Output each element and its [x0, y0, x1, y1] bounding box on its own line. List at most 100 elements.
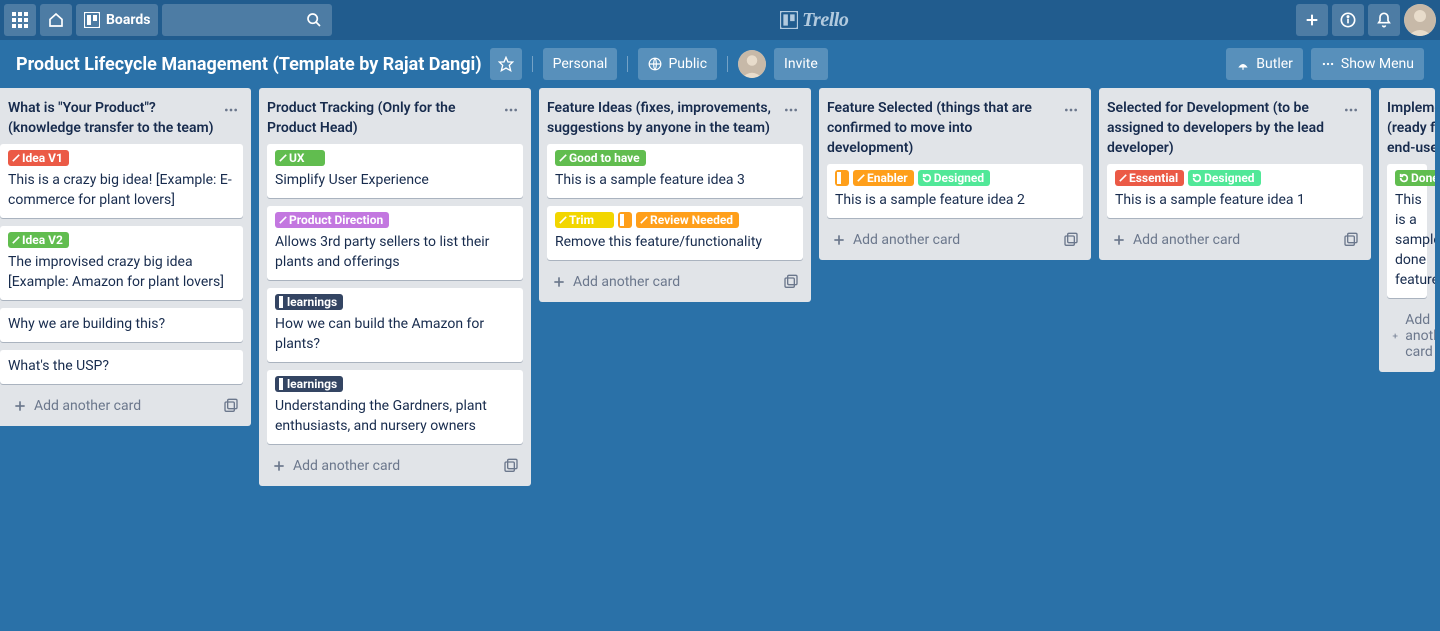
card[interactable]: learningsHow we can build the Amazon for… — [267, 288, 523, 362]
card-label[interactable]: Idea V2 — [8, 232, 69, 248]
team-button[interactable]: Personal — [543, 48, 618, 80]
tag-icon — [12, 236, 20, 244]
card-template-button[interactable] — [1059, 228, 1083, 252]
add-card-button[interactable]: Add another card — [267, 454, 499, 478]
add-card-button[interactable]: Add another card — [1107, 228, 1339, 252]
template-icon — [223, 398, 239, 414]
search-icon — [306, 12, 322, 28]
card-text: This is a sample feature idea 1 — [1115, 190, 1355, 210]
show-menu-label: Show Menu — [1341, 56, 1414, 72]
boards-button[interactable]: Boards — [76, 4, 158, 36]
create-button[interactable] — [1296, 4, 1328, 36]
card-template-button[interactable] — [219, 394, 243, 418]
card-label[interactable]: Good to have — [555, 150, 646, 166]
list: Feature Ideas (fixes, improvements, sugg… — [539, 88, 811, 302]
notifications-button[interactable] — [1368, 4, 1400, 36]
member-avatar[interactable] — [738, 50, 766, 78]
list-title[interactable]: Selected for Development (to be assigned… — [1107, 98, 1335, 158]
dots-icon — [1063, 102, 1079, 118]
list-title[interactable]: Feature Selected (things that are confir… — [827, 98, 1055, 158]
card-label[interactable]: Trim — [555, 212, 614, 228]
card[interactable]: EssentialDesigned This is a sample featur… — [1107, 164, 1363, 218]
search-input[interactable] — [162, 4, 332, 36]
card[interactable]: UX Simplify User Experience — [267, 144, 523, 198]
list-menu-button[interactable] — [1059, 98, 1083, 122]
card[interactable]: DoneThis is a sample done feature — [1387, 164, 1427, 298]
butler-button[interactable]: Butler — [1226, 48, 1303, 80]
card-template-button[interactable] — [499, 454, 523, 478]
board-canvas[interactable]: What is "Your Product"? (knowledge trans… — [0, 88, 1440, 494]
card[interactable]: Idea V1This is a crazy big idea! [Exampl… — [0, 144, 243, 218]
list-title[interactable]: Implemented (ready for end-user) — [1387, 98, 1435, 158]
plus-icon — [12, 398, 28, 414]
trello-logo-icon — [780, 11, 798, 29]
apps-button[interactable] — [4, 4, 36, 36]
card[interactable]: learningsUnderstanding the Gardners, pla… — [267, 370, 523, 444]
card-template-button[interactable] — [1339, 228, 1363, 252]
info-icon — [1340, 12, 1356, 28]
home-button[interactable] — [40, 4, 72, 36]
trello-logo[interactable]: Trello — [780, 9, 848, 32]
add-card-button[interactable]: Add another card — [547, 270, 779, 294]
butler-icon — [1236, 57, 1250, 71]
card-label[interactable]: Designed — [918, 170, 990, 186]
card-label[interactable] — [618, 212, 632, 228]
card[interactable]: What's the USP? — [0, 350, 243, 384]
show-menu-button[interactable]: Show Menu — [1311, 48, 1424, 80]
card-label[interactable]: Review Needed — [636, 212, 739, 228]
visibility-label: Public — [668, 56, 707, 72]
template-icon — [1063, 232, 1079, 248]
card-template-button[interactable] — [779, 270, 803, 294]
card[interactable]: Good to haveThis is a sample feature ide… — [547, 144, 803, 198]
add-card-label: Add another card — [34, 398, 141, 414]
add-card-button[interactable]: Add another card — [827, 228, 1059, 252]
card-label[interactable]: learnings — [275, 376, 343, 392]
card-label[interactable]: Product Direction — [275, 212, 389, 228]
info-button[interactable] — [1332, 4, 1364, 36]
star-button[interactable] — [490, 48, 522, 80]
card[interactable]: Idea V2The improvised crazy big idea [Ex… — [0, 226, 243, 300]
list-menu-button[interactable] — [779, 98, 803, 122]
card-label[interactable]: Idea V1 — [8, 150, 69, 166]
card-label-text: Product Direction — [289, 210, 383, 230]
tag-icon — [559, 216, 567, 224]
list-menu-button[interactable] — [499, 98, 523, 122]
card-label[interactable]: UX — [275, 150, 325, 166]
card-label[interactable]: Designed — [1188, 170, 1260, 186]
card-label[interactable]: Done — [1395, 170, 1435, 186]
add-card-button[interactable]: Add another card — [8, 394, 219, 418]
card-text: Understanding the Gardners, plant enthus… — [275, 396, 515, 436]
add-card-button[interactable]: Add another card — [1387, 308, 1435, 364]
card-label[interactable]: learnings — [275, 294, 343, 310]
card-label[interactable]: Essential — [1115, 170, 1184, 186]
list-title[interactable]: Product Tracking (Only for the Product H… — [267, 98, 495, 138]
list-menu-button[interactable] — [219, 98, 243, 122]
card-text: Simplify User Experience — [275, 170, 515, 190]
card[interactable]: EnablerDesignedThis is a sample feature … — [827, 164, 1083, 218]
card[interactable]: Why we are building this? — [0, 308, 243, 342]
visibility-button[interactable]: Public — [638, 48, 717, 80]
board-title[interactable]: Product Lifecycle Management (Template b… — [16, 54, 482, 75]
invite-button[interactable]: Invite — [774, 48, 828, 80]
add-card-label: Add another card — [1405, 312, 1435, 360]
list-title[interactable]: Feature Ideas (fixes, improvements, sugg… — [547, 98, 775, 138]
card-label-text: Enabler — [867, 168, 908, 188]
card-label-text: Review Needed — [650, 210, 733, 230]
dots-icon — [1343, 102, 1359, 118]
list-title[interactable]: What is "Your Product"? (knowledge trans… — [8, 98, 215, 138]
user-avatar[interactable] — [1404, 4, 1436, 36]
card[interactable]: TrimReview NeededRemove this feature/fun… — [547, 206, 803, 260]
avatar-icon — [1404, 4, 1436, 36]
card[interactable]: Product DirectionAllows 3rd party seller… — [267, 206, 523, 280]
card-label-text: Good to have — [569, 148, 640, 168]
global-header: Boards Trello — [0, 0, 1440, 40]
tag-icon — [279, 216, 287, 224]
globe-icon — [648, 57, 662, 71]
list-menu-button[interactable] — [1339, 98, 1363, 122]
home-icon — [48, 12, 64, 28]
card-label[interactable] — [835, 170, 849, 186]
card-label-text: learnings — [287, 374, 337, 394]
card-label[interactable]: Enabler — [853, 170, 914, 186]
invite-label: Invite — [784, 56, 818, 72]
plus-icon — [1111, 232, 1127, 248]
